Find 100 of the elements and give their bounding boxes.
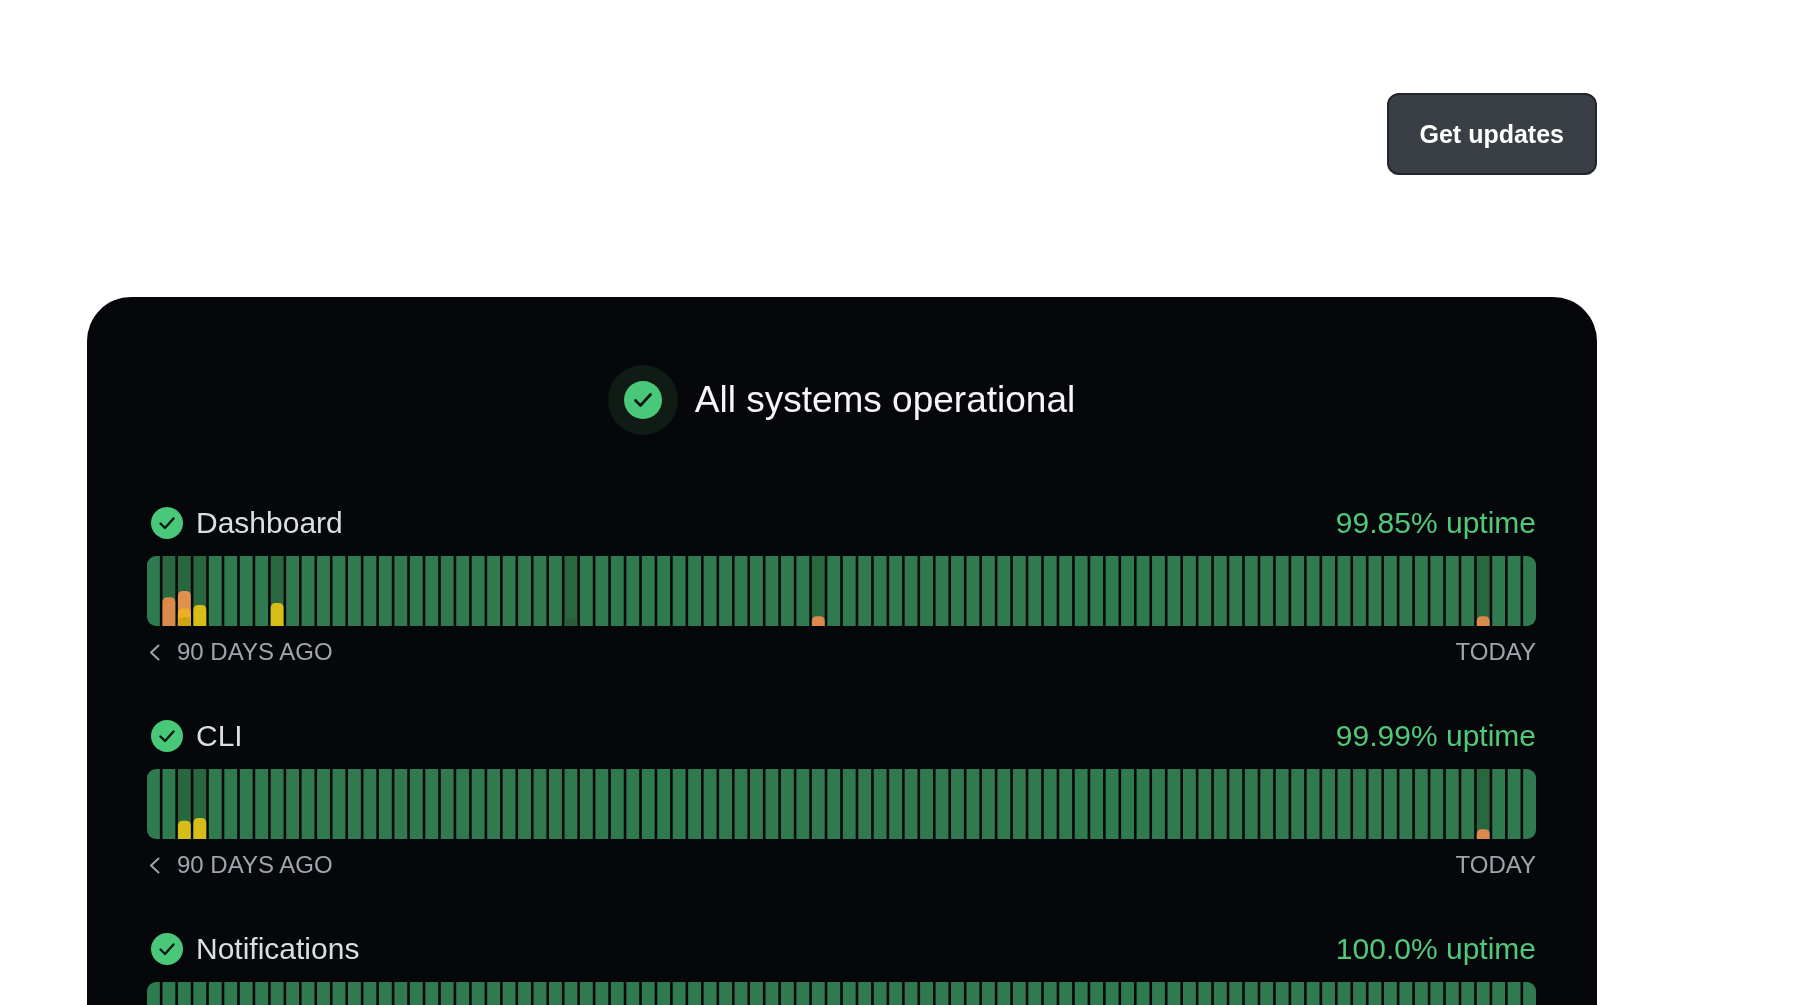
day-bar [1507, 769, 1521, 839]
day-bar [502, 556, 516, 626]
day-bar [997, 556, 1011, 626]
day-bar [981, 556, 995, 626]
day-bar [1136, 556, 1150, 626]
day-bar [1492, 982, 1506, 1005]
chevron-left-icon [149, 643, 160, 661]
day-bar [1322, 769, 1335, 839]
day-bar [1229, 769, 1243, 839]
day-bar [1461, 982, 1475, 1005]
day-bar [1043, 982, 1057, 1005]
day-bar [301, 556, 315, 626]
day-bar [533, 982, 547, 1005]
day-bar [270, 769, 284, 839]
day-bar [518, 556, 531, 626]
check-circle-icon [607, 365, 678, 435]
day-bar [672, 556, 686, 626]
day-bar [780, 769, 794, 839]
day-bar [239, 769, 253, 839]
day-bar [1074, 982, 1088, 1005]
day-bar [286, 982, 299, 1005]
day-bar [981, 769, 995, 839]
day-bar [904, 769, 918, 839]
day-bar [255, 769, 269, 839]
day-bar [1059, 982, 1073, 1005]
day-bar [1507, 556, 1521, 626]
day-bar [858, 982, 872, 1005]
day-bar [997, 769, 1011, 839]
day-bar [750, 556, 763, 626]
day-bar [348, 769, 361, 839]
day-bar [533, 769, 547, 839]
range-end-label: TODAY [1455, 851, 1536, 879]
day-bar [425, 556, 439, 626]
day-bar [208, 982, 222, 1005]
day-bar [811, 982, 825, 1005]
day-bar [1291, 982, 1305, 1005]
day-bar [626, 556, 640, 626]
day-bar [1105, 769, 1119, 839]
day-bar [1353, 769, 1366, 839]
day-bar [641, 982, 655, 1005]
day-bar [425, 982, 439, 1005]
day-bar [951, 769, 964, 839]
day-bar [378, 556, 392, 626]
day-bar [409, 982, 423, 1005]
range-start-label: 90 DAYS AGO [177, 638, 333, 666]
day-bar [842, 556, 856, 626]
day-bar [1461, 556, 1475, 626]
day-bar [873, 769, 887, 839]
day-bar [239, 982, 253, 1005]
day-bar [889, 556, 903, 626]
day-bar [1322, 982, 1335, 1005]
day-bar [734, 769, 748, 839]
day-bar [378, 982, 392, 1005]
day-bar [1445, 556, 1459, 626]
day-bar [935, 556, 949, 626]
day-bar [1152, 556, 1165, 626]
day-bar [317, 982, 330, 1005]
day-bar [1198, 769, 1212, 839]
day-bar [765, 769, 779, 839]
day-bar [1337, 982, 1351, 1005]
day-bar [1275, 769, 1289, 839]
day-bar [1244, 769, 1258, 839]
day-bar [688, 769, 702, 839]
day-bar [1492, 769, 1506, 839]
day-bar [951, 556, 964, 626]
day-bar [224, 769, 238, 839]
day-bar [827, 982, 841, 1005]
day-bar [1337, 556, 1351, 626]
day-bar [657, 556, 671, 626]
day-bar [1043, 556, 1057, 626]
day-bar [224, 982, 238, 1005]
day-bar [641, 556, 655, 626]
day-bar [317, 769, 330, 839]
day-bar [471, 982, 485, 1005]
day-bar [920, 556, 933, 626]
day-bar [1414, 556, 1428, 626]
day-bar [456, 769, 470, 839]
day-bar [1074, 769, 1088, 839]
day-bar [579, 556, 593, 626]
day-bar [935, 769, 949, 839]
day-bar [456, 982, 470, 1005]
day-bar [796, 982, 810, 1005]
day-bar [1275, 556, 1289, 626]
day-bar [147, 982, 160, 1005]
day-bar [332, 769, 346, 839]
day-bar [162, 982, 176, 1005]
day-bar [672, 982, 686, 1005]
service-name: CLI [196, 719, 243, 753]
day-bar [997, 982, 1011, 1005]
day-bar [208, 556, 222, 626]
day-bar [1291, 769, 1305, 839]
day-bar [951, 982, 964, 1005]
day-bar [904, 982, 918, 1005]
day-bar [549, 982, 562, 1005]
day-bar [518, 769, 531, 839]
get-updates-button[interactable]: Get updates [1386, 93, 1597, 175]
day-bar [1244, 556, 1258, 626]
day-bar [626, 982, 640, 1005]
day-bar [332, 982, 346, 1005]
day-bar [750, 769, 763, 839]
